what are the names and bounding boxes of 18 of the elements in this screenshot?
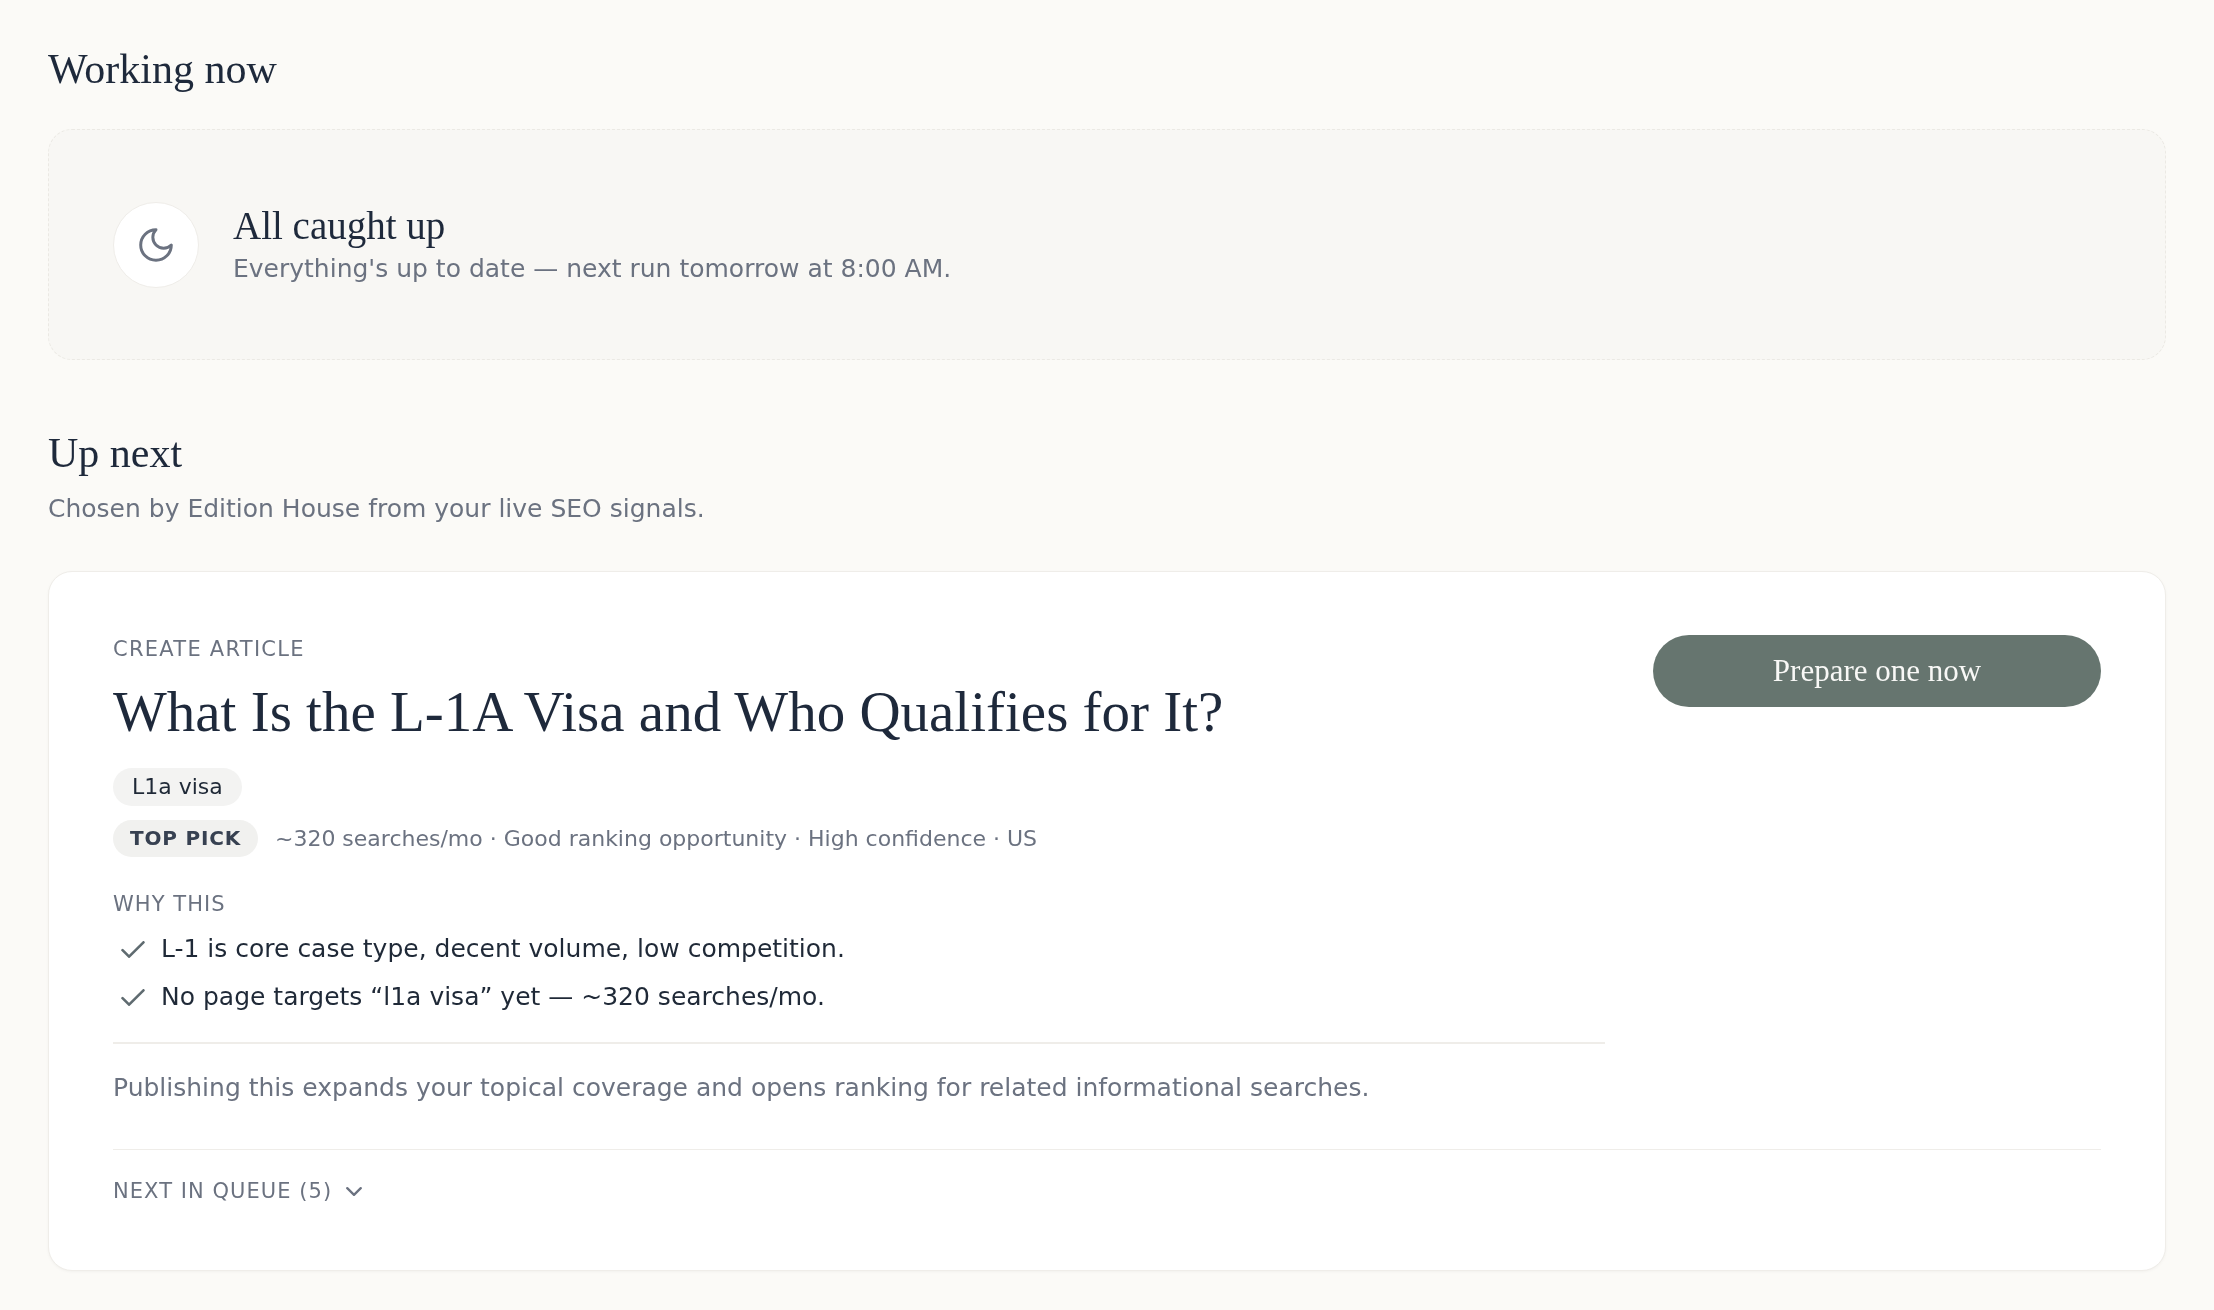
why-heading: WHY THIS (113, 891, 226, 918)
prepare-button[interactable]: Prepare one now (1653, 635, 2101, 707)
section-heading: Working now (48, 45, 277, 94)
category-label: CREATE ARTICLE (113, 636, 305, 663)
check-icon (121, 940, 145, 958)
reason-text: L-1 is core case type, decent volume, low competition. (161, 933, 845, 965)
reason-text: No page targets “l1a visa” yet — ~320 searches/mo. (161, 981, 825, 1013)
impact-text: Publishing this expands your topical coverage and opens ranking for related informational searches. (113, 1071, 1370, 1104)
section-subtitle: Chosen by Edition House from your live SEO signals. (48, 493, 705, 525)
keyword-tag: L1a visa (113, 768, 242, 806)
top-pick-badge: TOP PICK (113, 820, 258, 857)
queue-toggle[interactable]: NEXT IN QUEUE (5) (113, 1174, 363, 1208)
section-heading: Up next (48, 429, 183, 478)
article-title: What Is the L-1A Visa and Who Qualifies for It? (113, 679, 1224, 745)
check-icon (121, 988, 145, 1006)
keyword-stats: ~320 searches/mo · Good ranking opportunity · High confidence · US (274, 824, 1038, 853)
status-message: Everything's up to date — next run tomorrow at 8:00 AM. (233, 252, 952, 285)
status-title: All caught up (233, 202, 446, 249)
